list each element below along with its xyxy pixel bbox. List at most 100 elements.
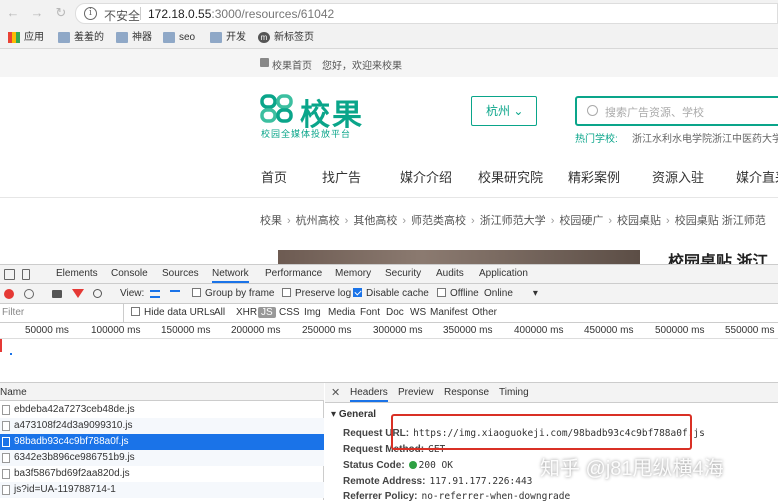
request-list: Name ebdeba42a7273ceb48de.js a473108f24d… — [0, 383, 324, 500]
list-header[interactable]: Name — [0, 383, 324, 401]
tab-audits[interactable]: Audits — [436, 268, 464, 279]
waterfall-icon[interactable] — [170, 290, 180, 298]
large-rows-icon[interactable] — [150, 290, 160, 298]
filter-type-xhr[interactable]: XHR — [236, 307, 257, 318]
timeline-tick: 500000 ms — [655, 325, 705, 336]
bookmark-folder-1[interactable]: 羞羞的 — [58, 31, 104, 45]
devtools-tabbar: Elements Console Sources Network Perform… — [0, 264, 778, 284]
search-icon[interactable] — [93, 289, 102, 298]
reload-icon[interactable]: ↻ — [54, 6, 68, 20]
breadcrumb-item[interactable]: 校果 — [260, 215, 282, 227]
tab-headers[interactable]: Headers — [350, 387, 388, 402]
tab-elements[interactable]: Elements — [56, 268, 98, 279]
tab-sources[interactable]: Sources — [162, 268, 199, 279]
bookmark-folder-2[interactable]: 神器 — [116, 31, 152, 45]
disable-cache-checkbox[interactable]: Disable cache — [353, 288, 429, 299]
network-toolbar: View: Group by frame Preserve log Disabl… — [0, 284, 778, 304]
back-arrow-icon[interactable]: ← — [6, 6, 20, 20]
general-section-toggle[interactable]: ▾ General — [331, 409, 376, 420]
search-input[interactable]: 搜索广告资源、学校 — [575, 96, 778, 126]
tab-application[interactable]: Application — [479, 268, 528, 279]
bookmark-folder-4[interactable]: 开发 — [210, 31, 246, 45]
bookmark-apps[interactable]: 应用 — [8, 31, 44, 45]
timeline-request-mark — [10, 353, 12, 355]
filter-type-css[interactable]: CSS — [279, 307, 300, 318]
browser-toolbar: ← → ↻ i 不安全 172.18.0.55:3000/resources/6… — [0, 0, 778, 27]
filter-type-all[interactable]: All — [214, 307, 225, 318]
timeline-overview[interactable] — [0, 339, 778, 383]
hot-school-link[interactable]: 浙江水利水电学院 — [632, 130, 712, 145]
filter-type-manifest[interactable]: Manifest — [430, 307, 468, 318]
preserve-log-checkbox[interactable]: Preserve log — [282, 288, 351, 299]
checkbox[interactable] — [282, 288, 291, 297]
nav-cases[interactable]: 精彩案例 — [568, 167, 620, 186]
hide-data-urls-checkbox[interactable]: Hide data URLs — [131, 307, 215, 318]
checkbox[interactable] — [437, 288, 446, 297]
nav-find-ads[interactable]: 找广告 — [322, 167, 361, 186]
request-row[interactable]: ba3f5867bd69f2aa820d.js — [0, 466, 324, 482]
filter-type-doc[interactable]: Doc — [386, 307, 404, 318]
tab-preview[interactable]: Preview — [398, 387, 434, 398]
address-bar[interactable]: i 不安全 172.18.0.55:3000/resources/61042 — [75, 3, 778, 24]
apps-grid-icon — [8, 32, 20, 43]
inspect-element-icon[interactable] — [4, 269, 15, 280]
nav-home[interactable]: 首页 — [261, 167, 287, 186]
filter-type-img[interactable]: Img — [304, 307, 321, 318]
request-row[interactable]: ebdeba42a7273ceb48de.js — [0, 402, 324, 418]
info-icon[interactable]: i — [84, 7, 97, 20]
filter-type-js[interactable]: JS — [258, 307, 276, 318]
bookmarks-bar: 应用 羞羞的 神器 seo 开发 m 新标签页 — [0, 27, 778, 49]
camera-icon[interactable] — [52, 290, 62, 298]
watermark: 知乎 @j81甩纵横4海 — [540, 458, 724, 480]
filter-type-ws[interactable]: WS — [410, 307, 426, 318]
record-icon[interactable] — [4, 289, 14, 299]
device-toolbar-icon[interactable] — [22, 269, 30, 280]
request-row[interactable]: a473108f24d3a9099310.js — [0, 418, 324, 434]
group-by-frame-checkbox[interactable]: Group by frame — [192, 288, 274, 299]
request-row[interactable]: js?id=UA-119788714-1 — [0, 482, 324, 498]
clear-icon[interactable] — [24, 289, 34, 299]
folder-icon — [163, 32, 175, 43]
logo-mark-icon[interactable] — [260, 94, 294, 124]
tab-memory[interactable]: Memory — [335, 268, 371, 279]
hot-school-link[interactable]: 浙江中医药大学 — [712, 130, 778, 145]
tab-network[interactable]: Network — [212, 268, 249, 283]
filter-input[interactable]: Filter — [0, 304, 124, 322]
throttle-select[interactable]: Online ▾ — [484, 288, 538, 299]
header-row-remote-address: Remote Address: 117.91.177.226:443 — [343, 476, 533, 487]
checkbox[interactable] — [192, 288, 201, 297]
bookmark-newtab[interactable]: m 新标签页 — [258, 31, 314, 45]
home-link[interactable]: 校果首页 — [260, 57, 312, 72]
filter-icon[interactable] — [72, 289, 84, 298]
close-icon[interactable]: ✕ — [331, 386, 340, 399]
tab-response[interactable]: Response — [444, 387, 489, 398]
breadcrumb-item[interactable]: 校园桌贴 — [617, 215, 661, 227]
bookmark-folder-3[interactable]: seo — [163, 31, 195, 45]
breadcrumb-item[interactable]: 浙江师范大学 — [480, 215, 546, 227]
request-row[interactable]: 6342e3b896ce986751b9.js — [0, 450, 324, 466]
filter-type-media[interactable]: Media — [328, 307, 355, 318]
city-selector[interactable]: 杭州 ⌄ — [471, 96, 537, 126]
breadcrumb-item[interactable]: 校园硬广 — [559, 215, 603, 227]
tab-console[interactable]: Console — [111, 268, 148, 279]
filter-type-font[interactable]: Font — [360, 307, 380, 318]
status-ok-icon — [408, 461, 417, 469]
forward-arrow-icon[interactable]: → — [30, 6, 44, 20]
timeline-tick: 50000 ms — [25, 325, 69, 336]
breadcrumb-item[interactable]: 师范类高校 — [411, 215, 466, 227]
nav-media-intro[interactable]: 媒介介绍 — [400, 167, 452, 186]
nav-direct-purchase[interactable]: 媒介直采 — [736, 167, 778, 186]
filter-type-other[interactable]: Other — [472, 307, 497, 318]
checkbox-checked[interactable] — [353, 288, 362, 297]
offline-checkbox[interactable]: Offline — [437, 288, 479, 299]
breadcrumb-item[interactable]: 杭州高校 — [296, 215, 340, 227]
nav-research[interactable]: 校果研究院 — [478, 167, 543, 186]
tab-security[interactable]: Security — [385, 268, 421, 279]
checkbox[interactable] — [131, 307, 140, 316]
breadcrumb-item[interactable]: 其他高校 — [353, 215, 397, 227]
product-photo — [278, 250, 640, 264]
request-row-selected[interactable]: 98badb93c4c9bf788a0f.js — [0, 434, 324, 450]
nav-resources[interactable]: 资源入驻 — [652, 167, 704, 186]
tab-performance[interactable]: Performance — [265, 268, 322, 279]
tab-timing[interactable]: Timing — [499, 387, 529, 398]
